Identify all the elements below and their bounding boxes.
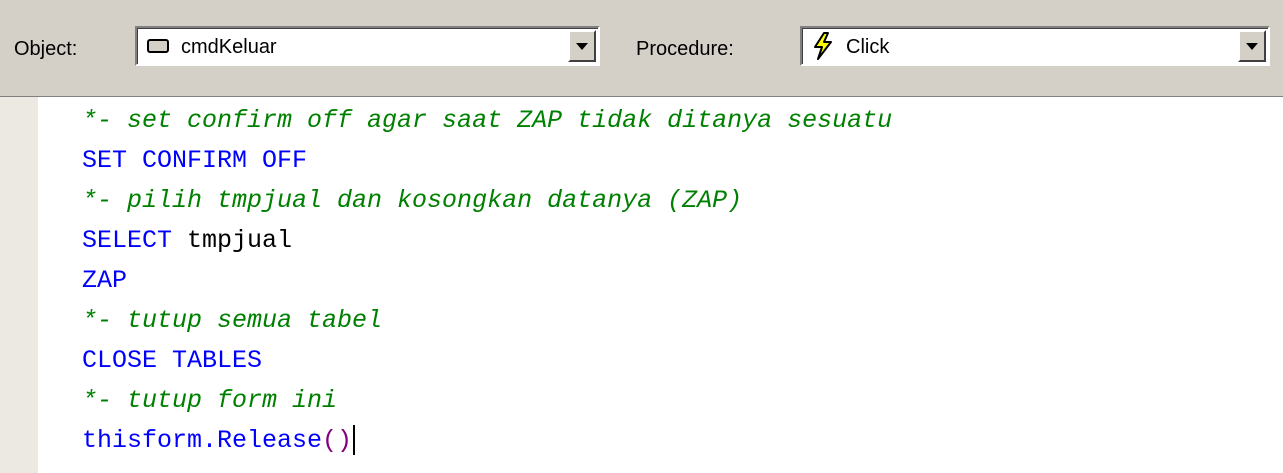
code-line-keyword: ZAP: [82, 266, 128, 295]
code-line-keyword: SET CONFIRM OFF: [82, 146, 308, 175]
command-button-icon: [147, 39, 169, 53]
code-keyword: SELECT: [82, 226, 173, 255]
code-line-comment: *- set confirm off agar saat ZAP tidak d…: [82, 106, 893, 135]
procedure-combobox-value: Click: [846, 36, 890, 58]
code-editor[interactable]: *- set confirm off agar saat ZAP tidak d…: [38, 97, 1283, 473]
code-line-comment: *- tutup semua tabel: [82, 306, 383, 335]
code-identifier: tmpjual: [172, 226, 293, 255]
object-label: Object:: [14, 38, 78, 60]
code-line-keyword: CLOSE TABLES: [82, 346, 263, 375]
procedure-combobox[interactable]: Click: [800, 26, 1270, 66]
code-method: thisform.Release: [82, 426, 323, 455]
chevron-down-icon: [576, 43, 588, 50]
object-dropdown-button[interactable]: [568, 30, 596, 62]
code-line-comment: *- pilih tmpjual dan kosongkan datanya (…: [82, 186, 743, 215]
editor-gutter: [0, 97, 38, 473]
code-line-method-call: thisform.Release(): [82, 421, 356, 461]
object-combobox[interactable]: cmdKeluar: [135, 26, 600, 66]
object-combobox-value: cmdKeluar: [181, 36, 277, 58]
code-parens: (): [322, 426, 353, 455]
code-line-comment: *- tutup form ini: [82, 386, 338, 415]
code-window-toolbar: Object: cmdKeluar Procedure: Click: [0, 0, 1283, 97]
procedure-dropdown-button[interactable]: [1238, 30, 1266, 62]
procedure-label: Procedure:: [636, 38, 734, 60]
code-line-select: SELECT tmpjual: [82, 221, 292, 261]
lightning-bolt-icon: [814, 32, 832, 60]
chevron-down-icon: [1246, 43, 1258, 50]
text-caret: [353, 425, 356, 456]
